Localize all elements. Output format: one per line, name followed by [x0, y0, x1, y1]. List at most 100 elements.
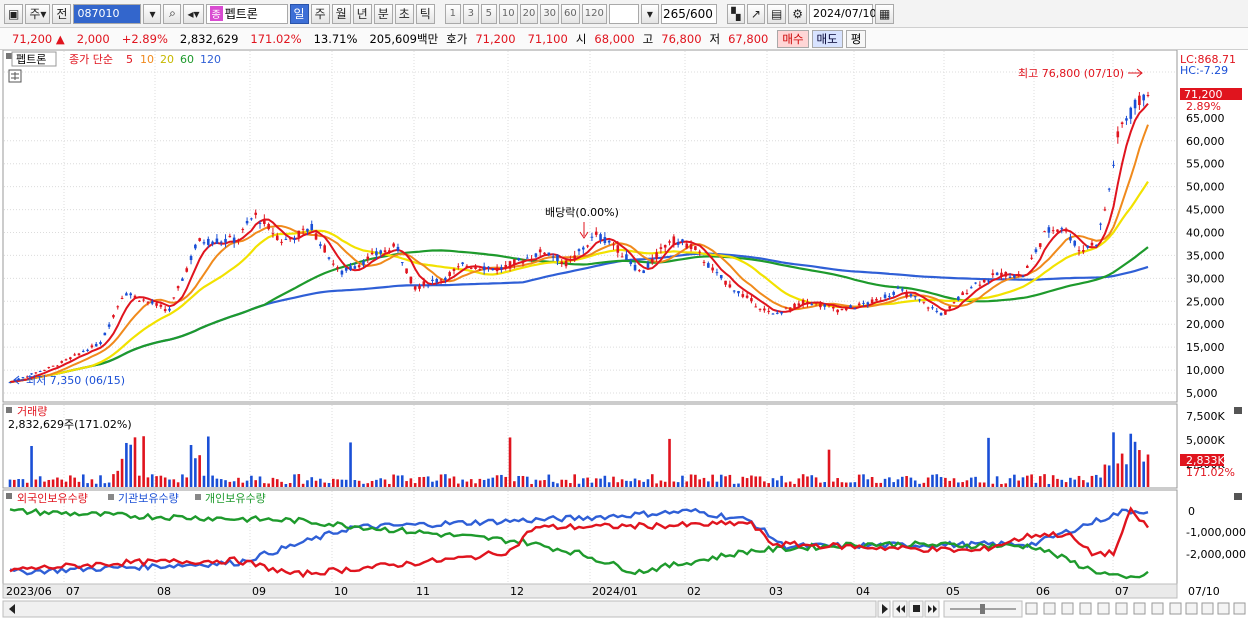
candle-body — [780, 311, 783, 314]
volume-bar — [77, 481, 81, 487]
period-year[interactable]: 년 — [352, 3, 372, 24]
prev-button[interactable]: 전 — [52, 3, 72, 24]
interval-20[interactable]: 20 — [519, 3, 539, 24]
ruler-icon[interactable] — [1169, 602, 1182, 615]
layout-icon[interactable]: ▣ — [4, 3, 24, 24]
volume-bar — [1086, 482, 1089, 487]
candle-body — [379, 250, 383, 254]
volume-bar — [435, 480, 439, 487]
market-select[interactable]: 주 ▾ — [25, 3, 51, 24]
candle-body — [86, 349, 89, 351]
x-axis-label: 07 — [1115, 585, 1129, 598]
volume-bar — [659, 480, 663, 487]
stock-name-box[interactable]: 종 펩트론 — [205, 3, 288, 24]
volume-bar — [293, 474, 296, 487]
interval-120[interactable]: 120 — [581, 3, 607, 24]
volume-bar — [594, 478, 598, 487]
period-month[interactable]: 월 — [331, 3, 351, 24]
horizontal-scrollbar[interactable] — [2, 600, 877, 618]
pin-icon[interactable] — [1025, 602, 1038, 615]
interval-1[interactable]: 1 — [444, 3, 461, 24]
period-tick[interactable]: 틱 — [415, 3, 435, 24]
buy-button[interactable]: 매수 — [777, 29, 809, 48]
zoom-out-icon[interactable] — [1201, 602, 1214, 615]
volume-bar — [767, 483, 770, 487]
volume-bar — [86, 483, 89, 487]
cross-icon[interactable] — [1133, 602, 1146, 615]
panel-handle-icon[interactable] — [6, 53, 12, 59]
volume-bar — [823, 482, 827, 487]
drawing-icon[interactable]: ↗ — [746, 3, 765, 24]
candle-body — [806, 301, 809, 305]
candle-body — [715, 272, 719, 274]
volume-bar — [810, 475, 814, 487]
volume-bar — [1000, 483, 1003, 487]
average-button[interactable]: 평 — [845, 29, 867, 48]
interval-5[interactable]: 5 — [480, 3, 497, 24]
price-tick-label: 65,000 — [1186, 112, 1225, 125]
candle-body — [905, 292, 908, 298]
period-minute[interactable]: 분 — [373, 3, 393, 24]
code-dropdown-icon[interactable]: ▾ — [143, 3, 162, 24]
interval-60[interactable]: 60 — [561, 3, 580, 24]
candle-body — [1112, 164, 1115, 166]
save-icon[interactable]: ▤ — [766, 3, 787, 24]
gear-icon[interactable]: ⚙ — [788, 3, 808, 24]
volume-bar — [94, 483, 98, 487]
period-week[interactable]: 주 — [310, 3, 330, 24]
zoom-icon[interactable] — [1185, 602, 1198, 615]
search-icon[interactable]: ⌕ — [163, 3, 182, 24]
interval-10[interactable]: 10 — [498, 3, 518, 24]
volume-bar — [707, 481, 710, 487]
code-input[interactable]: 087010 — [73, 3, 142, 24]
holding-panel-handle-icon[interactable] — [6, 493, 12, 499]
zoom-slider-thumb[interactable] — [980, 604, 985, 614]
volume-bar — [551, 481, 555, 487]
candle-body — [547, 252, 551, 256]
candle-body — [409, 276, 413, 284]
lock-icon[interactable] — [1151, 602, 1164, 615]
candle-body — [452, 269, 456, 271]
sell-button[interactable]: 매도 — [811, 29, 843, 48]
volume-bar — [586, 477, 589, 487]
link-icon[interactable] — [1043, 602, 1056, 615]
volume-bar — [25, 482, 29, 487]
indicator-icon[interactable]: ▚ — [726, 3, 745, 24]
zoom-in-icon[interactable] — [1217, 602, 1230, 615]
candle-body — [840, 309, 844, 311]
volume-bar — [888, 477, 891, 487]
candle-body — [418, 285, 421, 289]
min-price-label: 최저 7,350 (06/15) — [26, 374, 125, 387]
volume-bar — [500, 474, 503, 487]
count-input[interactable]: 265/600 — [660, 3, 717, 24]
candle-body — [353, 266, 357, 269]
date-input[interactable]: 2024/07/10 — [809, 3, 876, 24]
period-day[interactable]: 일 — [289, 3, 309, 24]
holding-close-icon[interactable] — [1234, 493, 1242, 500]
chart-window: ▣ 주 ▾ 전 087010 ▾ ⌕ ◂▾ 종 펩트론 일 주 월 년 분 초 틱… — [0, 0, 1248, 621]
interval-dropdown-icon[interactable]: ▾ — [640, 3, 659, 24]
candle-body — [314, 233, 318, 240]
candle-body — [862, 302, 865, 304]
period-second[interactable]: 초 — [394, 3, 414, 24]
candle-body — [323, 245, 326, 253]
font-icon[interactable] — [1233, 602, 1246, 615]
sound-icon[interactable]: ◂▾ — [183, 3, 204, 24]
calendar-icon[interactable]: ▦ — [875, 3, 895, 24]
interval-3[interactable]: 3 — [462, 3, 479, 24]
custom-interval-input[interactable] — [608, 3, 639, 24]
volume-bar — [202, 475, 206, 487]
chart-svg[interactable]: 펩트론 종가 단순 5 10 20 60 120 LC:868.71 HC:-7… — [0, 49, 1248, 621]
volume-panel-handle-icon[interactable] — [6, 407, 12, 413]
interval-30[interactable]: 30 — [540, 3, 560, 24]
line-icon[interactable] — [1115, 602, 1128, 615]
candle-body — [745, 295, 749, 298]
volume-bar — [698, 479, 701, 487]
volume-close-icon[interactable] — [1234, 407, 1242, 414]
candle-body — [340, 270, 344, 275]
copy-icon[interactable] — [1061, 602, 1074, 615]
legend-foreign: 외국인보유수량 — [17, 492, 88, 505]
wave-icon[interactable] — [1097, 602, 1110, 615]
zigzag-icon[interactable] — [1079, 602, 1092, 615]
chart-area[interactable]: 펩트론 종가 단순 5 10 20 60 120 LC:868.71 HC:-7… — [0, 49, 1248, 621]
